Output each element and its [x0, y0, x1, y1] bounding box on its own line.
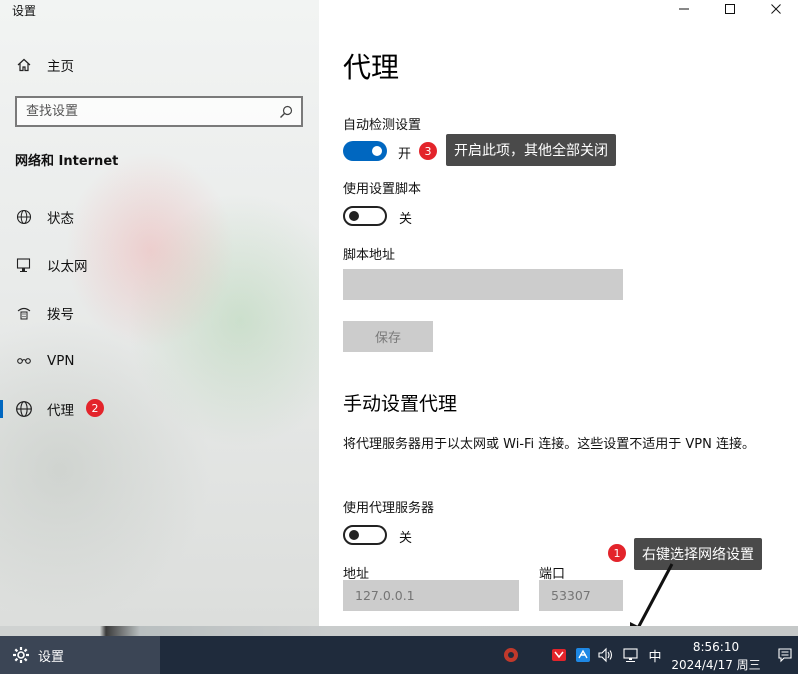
maximize-icon	[725, 4, 735, 14]
tray-feishu-icon[interactable]	[574, 646, 592, 664]
use-proxy-state: 关	[399, 531, 413, 546]
sidebar-item-label: 状态	[47, 211, 74, 227]
use-script-label: 使用设置脚本	[343, 182, 422, 197]
close-button[interactable]	[753, 0, 798, 18]
annotation-callout: 开启此项，其他全部关闭	[446, 134, 616, 166]
use-proxy-toggle[interactable]	[343, 525, 387, 545]
globe-status-icon	[15, 208, 33, 226]
clock-time: 8:56:10	[692, 640, 740, 654]
auto-detect-label: 自动检测设置	[343, 118, 422, 133]
nav-home[interactable]: 主页	[0, 45, 319, 85]
page-title: 代理	[343, 51, 400, 84]
taskbar-clock[interactable]: 8:56:10 2024/4/17 周三	[668, 638, 764, 674]
nav-home-label: 主页	[47, 59, 74, 75]
sidebar-item-label: 拨号	[47, 307, 74, 323]
search-icon[interactable]	[279, 104, 293, 123]
port-input[interactable]	[539, 580, 623, 611]
maximize-button[interactable]	[707, 0, 753, 18]
clock-date: 2024/4/17 周三	[671, 658, 761, 672]
section-title: 网络和 Internet	[15, 154, 119, 169]
search-box[interactable]	[15, 96, 303, 127]
sidebar: 设置 主页 网络和 Internet 状态 以太网 拨号 VP	[0, 0, 319, 626]
sidebar-item-label: VPN	[47, 353, 75, 369]
ime-indicator[interactable]: 中	[646, 646, 664, 665]
sidebar-item-ethernet[interactable]: 以太网	[0, 245, 319, 285]
use-proxy-label: 使用代理服务器	[343, 501, 435, 516]
background-strip	[0, 626, 798, 636]
auto-detect-toggle[interactable]	[343, 141, 387, 161]
address-input[interactable]	[343, 580, 519, 611]
manual-proxy-description: 将代理服务器用于以太网或 Wi-Fi 连接。这些设置不适用于 VPN 连接。	[343, 437, 756, 452]
taskbar-app-label: 设置	[38, 649, 65, 665]
globe-icon	[15, 400, 33, 418]
step-badge: 3	[419, 142, 437, 160]
vpn-icon	[15, 352, 33, 370]
notification-icon[interactable]	[776, 646, 794, 664]
sidebar-item-label: 以太网	[47, 259, 88, 275]
home-icon	[15, 56, 33, 74]
manual-proxy-heading: 手动设置代理	[343, 393, 458, 415]
sidebar-item-label: 代理	[47, 403, 74, 419]
close-icon	[771, 4, 781, 14]
sidebar-item-dialup[interactable]: 拨号	[0, 293, 319, 333]
dialup-icon	[15, 304, 33, 322]
use-script-toggle[interactable]	[343, 206, 387, 226]
taskbar-settings-app[interactable]: 设置	[0, 636, 160, 674]
tray-mail-icon[interactable]	[550, 646, 568, 664]
sidebar-item-vpn[interactable]: VPN	[0, 341, 319, 381]
network-icon[interactable]	[622, 646, 640, 664]
volume-icon[interactable]	[597, 646, 615, 664]
sidebar-item-status[interactable]: 状态	[0, 197, 319, 237]
script-address-label: 脚本地址	[343, 248, 396, 263]
save-button[interactable]: 保存	[343, 321, 433, 352]
tray-app-icon[interactable]	[502, 646, 520, 664]
step-badge: 2	[86, 399, 104, 417]
auto-detect-state: 开	[398, 147, 412, 162]
use-script-state: 关	[399, 212, 413, 227]
window-title: 设置	[12, 4, 37, 18]
search-input[interactable]	[26, 104, 266, 119]
minimize-icon	[679, 8, 689, 10]
minimize-button[interactable]	[661, 0, 707, 18]
script-address-input[interactable]	[343, 269, 623, 300]
gear-icon	[12, 646, 30, 664]
main-panel: 代理 自动检测设置 开 3 开启此项，其他全部关闭 使用设置脚本 关 脚本地址 …	[319, 0, 798, 626]
sidebar-item-proxy[interactable]: 代理 2	[0, 389, 319, 429]
ethernet-icon	[15, 256, 33, 274]
